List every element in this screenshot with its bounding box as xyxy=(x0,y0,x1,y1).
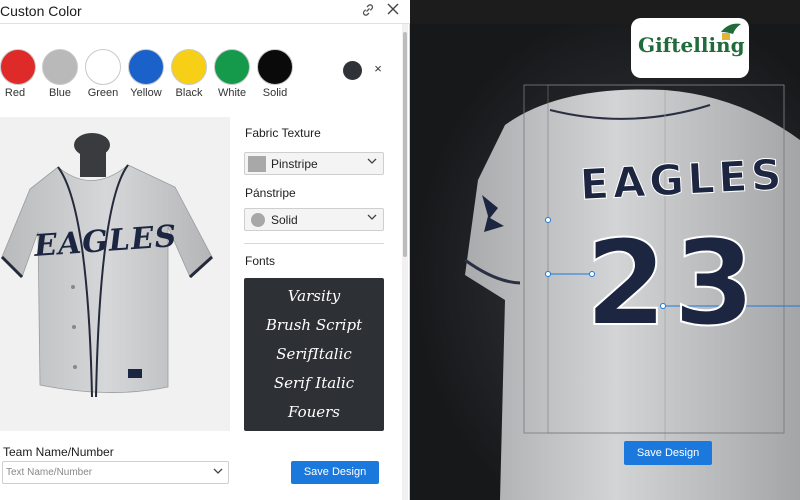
font-option-serif-italic[interactable]: Serif Italic xyxy=(244,374,384,392)
swatch-black[interactable] xyxy=(171,49,207,85)
chevron-down-icon xyxy=(367,156,377,169)
team-name-label: Team Name/Number xyxy=(3,445,114,459)
swatch-white[interactable] xyxy=(214,49,250,85)
app-root: Custon Color Red Blue Green Yellow Black… xyxy=(0,0,800,500)
chevron-down-icon xyxy=(367,212,377,225)
design-stage: EAGLES 23 Giftelling Save Design xyxy=(410,0,800,500)
clear-color-button[interactable]: × xyxy=(371,61,385,79)
pattern-swatch xyxy=(251,213,265,227)
swatch-red[interactable] xyxy=(0,49,36,85)
swatch-solid[interactable] xyxy=(257,49,293,85)
jersey-number[interactable]: 23 xyxy=(584,217,761,349)
font-list: Varsity Brush Script SerifItalic Serif I… xyxy=(244,278,384,431)
divider xyxy=(244,243,384,244)
pattern-value: Solid xyxy=(271,213,298,227)
save-design-button[interactable]: Save Design xyxy=(291,461,379,484)
panel-title: Custon Color xyxy=(0,3,82,19)
fabric-texture-heading: Fabric Texture xyxy=(245,126,321,140)
swatch-label: Solid xyxy=(262,87,288,99)
pattern-select[interactable]: Solid xyxy=(244,208,384,231)
swatch-yellow[interactable] xyxy=(128,49,164,85)
close-icon[interactable] xyxy=(385,3,401,19)
brand-logo: Giftelling xyxy=(631,18,749,78)
font-option-varsity[interactable]: Varsity xyxy=(244,287,384,305)
transform-handle[interactable] xyxy=(545,217,551,223)
transform-handle[interactable] xyxy=(589,271,595,277)
font-option-brush-script[interactable]: Brush Script xyxy=(244,316,384,334)
team-name-placeholder: Text Name/Number xyxy=(6,467,93,478)
chevron-down-icon xyxy=(213,466,223,479)
font-option-serifitalic[interactable]: SerifItalic xyxy=(244,345,384,363)
jersey-preview-image xyxy=(0,133,214,398)
pinstripe-swatch xyxy=(248,156,266,172)
pattern-heading: Pánstripe xyxy=(245,186,296,200)
bird-logo-icon xyxy=(721,23,741,40)
selected-color-dot[interactable] xyxy=(343,61,362,80)
fabric-texture-value: Pinstripe xyxy=(271,157,318,171)
panel-titlebar: Custon Color xyxy=(0,0,410,24)
fonts-heading: Fonts xyxy=(245,254,276,268)
stage-save-design-button[interactable]: Save Design xyxy=(624,441,712,465)
swatch-blue[interactable] xyxy=(42,49,78,85)
transform-handle[interactable] xyxy=(545,271,551,277)
fabric-texture-select[interactable]: Pinstripe xyxy=(244,152,384,175)
team-name-select[interactable]: Text Name/Number xyxy=(2,461,229,484)
scrollbar-thumb[interactable] xyxy=(403,32,407,257)
font-option-fouers[interactable]: Fouers xyxy=(244,403,384,421)
transform-handle[interactable] xyxy=(660,303,666,309)
link-icon[interactable] xyxy=(360,3,376,19)
swatch-green[interactable] xyxy=(85,49,121,85)
jersey-preview: EAGLES xyxy=(0,117,230,431)
custom-color-panel: Custon Color Red Blue Green Yellow Black… xyxy=(0,0,410,500)
